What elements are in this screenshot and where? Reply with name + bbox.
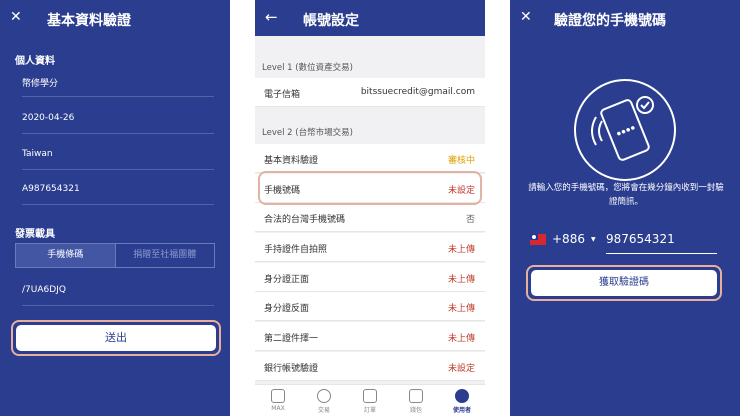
name-field[interactable]: 幣修學分 <box>22 67 214 97</box>
header: ← 帳號設定 <box>255 0 485 36</box>
verify-phone-panel: ✕ 驗證您的手機號碼 請輸入您的手機號碼，您將會在幾分鐘內收到一封驗證簡訊。 +… <box>510 0 740 416</box>
status-badge: 未上傳 <box>447 245 475 255</box>
id-back-row[interactable]: 身分證反面 未上傳 <box>255 292 485 321</box>
birthdate-value: 2020-04-26 <box>22 113 75 123</box>
level1-label: Level 1 (數位資產交易) <box>262 63 353 73</box>
tab-user[interactable]: 使用者 <box>439 385 485 416</box>
account-settings-panel: ← 帳號設定 Level 1 (數位資產交易) 電子信箱 bitssuecred… <box>255 0 485 416</box>
tab-mobile-barcode[interactable]: 手機條碼 <box>16 244 115 267</box>
row-value: bitssuecredit@gmail.com <box>360 87 475 97</box>
status-badge: 未上傳 <box>447 275 475 285</box>
status-badge: 否 <box>465 215 475 225</box>
invoice-section-label: 發票載具 <box>15 229 55 240</box>
status-badge: 未上傳 <box>447 334 475 344</box>
page-title: 基本資料驗證 <box>47 13 131 29</box>
status-badge: 審核中 <box>447 156 475 166</box>
carrier-toggle: 手機條碼 捐贈至社福團體 <box>15 243 215 268</box>
nationality-value: Taiwan <box>22 149 53 159</box>
tab-donate[interactable]: 捐贈至社福團體 <box>114 244 215 267</box>
id-number-value: A987654321 <box>22 184 80 194</box>
get-code-button[interactable]: 獲取驗證碼 <box>531 270 717 296</box>
user-icon <box>455 389 469 403</box>
carrier-field[interactable]: /7UA6DJQ <box>22 276 214 306</box>
instruction-text: 請輸入您的手機號碼，您將會在幾分鐘內收到一封驗證簡訊。 <box>528 183 724 207</box>
max-icon <box>271 389 285 403</box>
tab-label: MAX <box>271 405 285 412</box>
status-badge: 未設定 <box>447 364 475 374</box>
basic-info-row[interactable]: 基本資料驗證 審核中 <box>255 144 485 173</box>
row-label: 第二證件擇一 <box>264 334 319 344</box>
tab-trade[interactable]: 交易 <box>301 385 347 416</box>
submit-highlight: 送出 <box>11 320 221 356</box>
back-arrow-icon[interactable]: ← <box>265 8 278 26</box>
header: ✕ 驗證您的手機號碼 <box>510 0 740 36</box>
taiwan-phone-row[interactable]: 合法的台灣手機號碼 否 <box>255 203 485 232</box>
bottom-tab-bar: MAX 交易 訂單 錢包 使用者 <box>255 384 485 416</box>
row-label: 身分證反面 <box>264 304 310 314</box>
page-title: 驗證您的手機號碼 <box>554 13 666 29</box>
row-label: 電子信箱 <box>264 90 301 100</box>
row-label: 基本資料驗證 <box>264 156 319 166</box>
page-title: 帳號設定 <box>303 13 359 29</box>
row-label: 銀行帳號驗證 <box>264 364 319 374</box>
name-value: 幣修學分 <box>22 79 59 89</box>
get-code-highlight: 獲取驗證碼 <box>526 265 722 301</box>
id-front-row[interactable]: 身分證正面 未上傳 <box>255 263 485 292</box>
phone-row-highlight <box>258 171 482 205</box>
birthdate-field[interactable]: 2020-04-26 <box>22 104 214 134</box>
chevron-down-icon[interactable]: ▼ <box>591 236 596 243</box>
close-icon[interactable]: ✕ <box>10 9 22 25</box>
tab-max[interactable]: MAX <box>255 385 301 416</box>
row-label: 身分證正面 <box>264 275 310 285</box>
basic-info-panel: ✕ 基本資料驗證 個人資料 幣修學分 2020-04-26 Taiwan A98… <box>0 0 230 416</box>
tab-label: 訂單 <box>363 407 376 414</box>
orders-icon <box>363 389 377 403</box>
second-id-row[interactable]: 第二證件擇一 未上傳 <box>255 322 485 351</box>
phone-number-value: 987654321 <box>606 232 675 246</box>
email-row[interactable]: 電子信箱 bitssuecredit@gmail.com <box>255 78 485 107</box>
trade-icon <box>317 389 331 403</box>
phone-input-row: +886 ▼ 987654321 <box>530 228 717 254</box>
country-code[interactable]: +886 <box>552 232 585 246</box>
tab-label: 使用者 <box>452 407 471 414</box>
bank-account-row[interactable]: 銀行帳號驗證 未設定 <box>255 352 485 381</box>
phone-number-input[interactable]: 987654321 <box>606 228 717 254</box>
phone-verified-icon <box>574 79 676 181</box>
nationality-field[interactable]: Taiwan <box>22 140 214 170</box>
level2-label: Level 2 (台幣市場交易) <box>262 128 353 138</box>
tab-label: 錢包 <box>409 407 422 414</box>
tab-wallet[interactable]: 錢包 <box>393 385 439 416</box>
taiwan-flag-icon[interactable] <box>530 234 546 245</box>
header: ✕ 基本資料驗證 <box>0 0 230 36</box>
tab-orders[interactable]: 訂單 <box>347 385 393 416</box>
row-label: 合法的台灣手機號碼 <box>264 215 346 225</box>
tab-label: 交易 <box>317 407 330 414</box>
close-icon[interactable]: ✕ <box>520 9 532 25</box>
selfie-row[interactable]: 手持證件自拍照 未上傳 <box>255 233 485 262</box>
row-label: 手持證件自拍照 <box>264 245 328 255</box>
carrier-value: /7UA6DJQ <box>22 285 66 295</box>
id-number-field[interactable]: A987654321 <box>22 175 214 205</box>
status-badge: 未上傳 <box>447 304 475 314</box>
personal-section-label: 個人資料 <box>15 56 55 67</box>
wallet-icon <box>409 389 423 403</box>
submit-button[interactable]: 送出 <box>16 325 216 351</box>
